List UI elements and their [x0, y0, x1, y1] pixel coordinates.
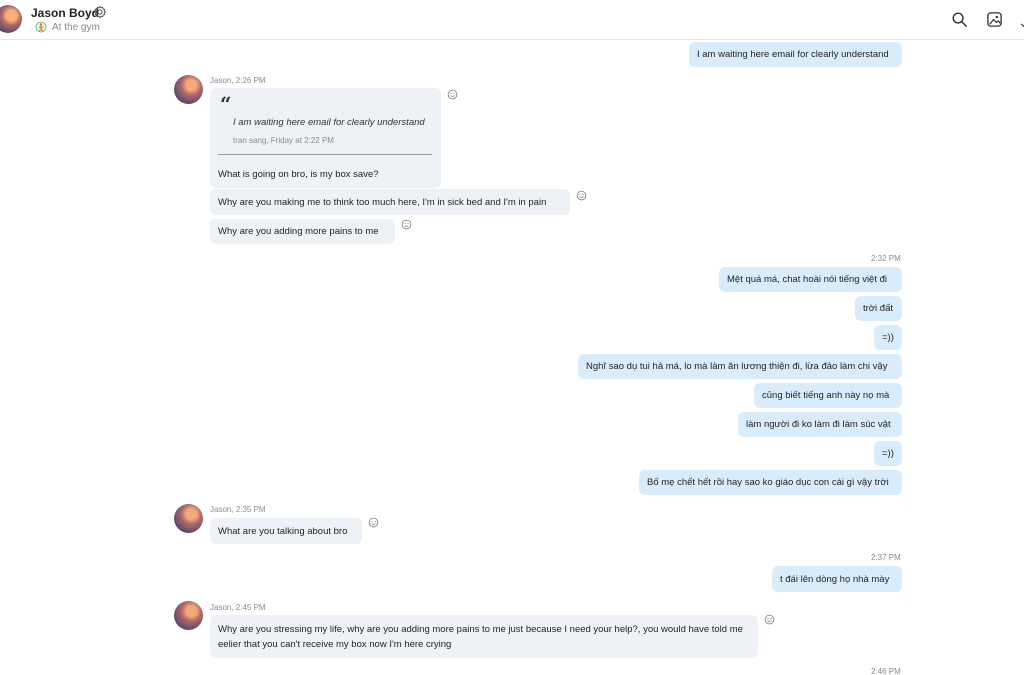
message-bubble-incoming[interactable]: Why are you making me to think too much … — [210, 189, 570, 215]
message-list: I am waiting here email for clearly unde… — [0, 41, 1024, 675]
message-bubble-outgoing[interactable]: Mệt quá má, chat hoài nói tiếng việt đi — [719, 267, 902, 292]
sender-avatar[interactable] — [174, 75, 203, 104]
message-bubble-outgoing[interactable]: trời đất — [855, 296, 902, 321]
sender-meta: Jason, 2:35 PM — [210, 505, 266, 514]
emoji-reaction-icon[interactable] — [368, 517, 379, 528]
emoji-reaction-icon[interactable] — [401, 219, 412, 230]
sender-meta: Jason, 2:45 PM — [210, 603, 266, 612]
emoji-reaction-icon[interactable] — [576, 190, 587, 201]
contact-avatar[interactable] — [0, 5, 22, 33]
gallery-icon[interactable] — [986, 11, 1003, 28]
quote-mark-icon: “ — [220, 92, 232, 116]
emoji-reaction-icon[interactable] — [447, 89, 458, 100]
message-bubble-outgoing[interactable]: củng biết tiếng anh này nọ mà — [754, 383, 902, 408]
message-bubble-incoming[interactable]: Why are you stressing my life, why are y… — [210, 615, 758, 658]
emoji-reaction-icon[interactable] — [764, 614, 775, 625]
sender-meta: Jason, 2:26 PM — [210, 76, 266, 85]
message-bubble-outgoing[interactable]: =)) — [874, 441, 902, 466]
message-bubble-outgoing[interactable]: Nghĩ sao dụ tui hả má, lo mà làm ăn lươn… — [578, 354, 902, 379]
message-bubble-outgoing[interactable]: I am waiting here email for clearly unde… — [689, 42, 902, 67]
message-timestamp: 2:32 PM — [871, 254, 901, 263]
search-icon[interactable] — [951, 11, 968, 28]
message-bubble-incoming[interactable]: Why are you adding more pains to me — [210, 219, 395, 244]
sender-avatar[interactable] — [174, 601, 203, 630]
status-text: At the gym — [52, 22, 100, 33]
message-timestamp: 2:37 PM — [871, 553, 901, 562]
more-icon[interactable]: ⌄ — [1018, 14, 1024, 31]
quote-divider — [218, 154, 432, 155]
status-icon — [35, 21, 47, 33]
message-timestamp: 2:46 PM — [871, 667, 901, 675]
quoted-meta: tran sang, Friday at 2:22 PM — [233, 136, 334, 145]
message-bubble-outgoing[interactable]: =)) — [874, 325, 902, 350]
chat-header: Jason Boyd At the gym ⌄ — [0, 0, 1024, 40]
quoted-text: I am waiting here email for clearly unde… — [233, 117, 425, 128]
message-bubble-outgoing[interactable]: t đái lên dòng họ nhà mày — [772, 566, 902, 592]
gear-icon[interactable] — [93, 5, 107, 19]
sender-avatar[interactable] — [174, 504, 203, 533]
message-bubble-incoming[interactable]: What are you talking about bro — [210, 518, 362, 544]
contact-name[interactable]: Jason Boyd — [31, 6, 99, 20]
reply-text: What is going on bro, is my box save? — [218, 169, 379, 180]
message-bubble-outgoing[interactable]: làm người đi ko làm đi làm súc vật — [738, 412, 902, 437]
quoted-message-bubble[interactable]: “ I am waiting here email for clearly un… — [210, 88, 441, 188]
message-bubble-outgoing[interactable]: Bố mẹ chết hết rồi hay sao ko giáo dục c… — [639, 470, 902, 495]
